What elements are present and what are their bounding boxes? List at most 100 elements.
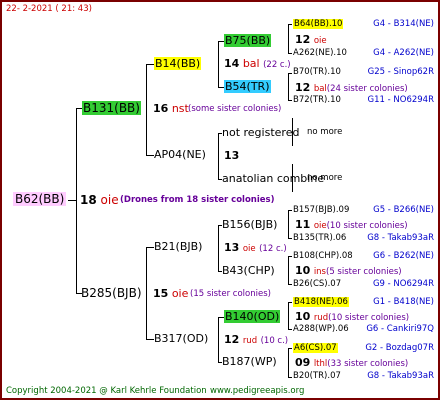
connector bbox=[218, 41, 219, 87]
queen-id[interactable]: B26(CS).07 bbox=[293, 279, 341, 289]
origin: bal bbox=[242, 57, 260, 70]
queen-id[interactable]: B64(BB).10 bbox=[293, 19, 344, 29]
connector bbox=[146, 339, 154, 340]
queen-gen5[interactable]: A288(WP).06 bbox=[293, 325, 349, 334]
gen3-3-year-line: 13 oie (12 c.) bbox=[224, 242, 287, 254]
year: 10 bbox=[295, 264, 311, 277]
queen-id[interactable]: B21(BJB) bbox=[154, 240, 202, 253]
sister-note: (10 c.) bbox=[260, 336, 289, 346]
queen-id[interactable]: not registered bbox=[222, 126, 299, 139]
site-link[interactable]: www.pedigreeapis.org bbox=[210, 387, 304, 396]
connector bbox=[288, 24, 289, 53]
queen-id[interactable]: B14(BB) bbox=[154, 57, 202, 70]
pedigree-frame: 22- 2-2021 ( 21: 43) Copyright 2004-2021… bbox=[0, 0, 440, 400]
ancestor-ref: G4 - B314(NE) bbox=[373, 19, 434, 29]
connector bbox=[146, 64, 154, 65]
queen-gen5[interactable]: A6(CS).07 bbox=[293, 343, 338, 353]
queen-id[interactable]: B285(BJB) bbox=[81, 286, 142, 300]
year: 10 bbox=[295, 310, 311, 323]
queen-id[interactable]: A262(NE).10 bbox=[293, 48, 347, 58]
queen-id[interactable]: B72(TR).10 bbox=[293, 95, 341, 105]
queen-gen5[interactable]: B26(CS).07 bbox=[293, 280, 341, 289]
queen-id[interactable]: B418(NE).06 bbox=[293, 297, 349, 307]
gen5-year-line: 12 oie bbox=[295, 34, 327, 46]
queen-gen5[interactable]: B72(TR).10 bbox=[293, 96, 341, 105]
queen-id[interactable]: B20(TR).07 bbox=[293, 371, 341, 381]
gen3-1-year-line: 14 bal (22 c.) bbox=[224, 58, 291, 70]
queen-id[interactable]: B54(TR) bbox=[224, 80, 271, 93]
queen-gen4-2[interactable]: B54(TR) bbox=[224, 80, 271, 93]
gen5-year-line: 11 oie(10 sister colonies) bbox=[295, 219, 408, 231]
queen-id[interactable]: B131(BB) bbox=[82, 101, 141, 115]
queen-gen4-3[interactable]: not registered bbox=[222, 127, 299, 138]
queen-id[interactable]: B140(OD) bbox=[224, 310, 281, 323]
queen-gen3-2[interactable]: AP04(NE) bbox=[154, 149, 206, 160]
connector bbox=[288, 348, 289, 377]
connector bbox=[146, 247, 147, 339]
sister-note: (10 sister colonies) bbox=[328, 313, 410, 323]
queen-id[interactable]: B156(BJB) bbox=[222, 218, 277, 231]
no-more-label: no more bbox=[307, 173, 343, 183]
year: 16 bbox=[153, 102, 169, 115]
queen-gen5[interactable]: A262(NE).10 bbox=[293, 49, 347, 58]
year: 12 bbox=[295, 33, 311, 46]
connector bbox=[218, 317, 219, 362]
queen-id[interactable]: B62(BB) bbox=[13, 192, 67, 206]
connector bbox=[146, 247, 154, 248]
connector bbox=[218, 133, 219, 179]
queen-gen3-1[interactable]: B14(BB) bbox=[154, 57, 202, 70]
origin: oie bbox=[242, 244, 256, 254]
queen-gen2-1[interactable]: B131(BB) bbox=[82, 101, 141, 115]
queen-gen4-1[interactable]: B75(BB) bbox=[224, 34, 272, 47]
queen-gen2-2[interactable]: B285(BJB) bbox=[81, 287, 142, 299]
queen-gen5[interactable]: B108(CHP).08 bbox=[293, 252, 353, 261]
queen-gen5[interactable]: B70(TR).10 bbox=[293, 68, 341, 77]
queen-root[interactable]: B62(BB) bbox=[13, 192, 67, 206]
queen-gen3-4[interactable]: B317(OD) bbox=[154, 333, 208, 344]
queen-gen5[interactable]: B20(TR).07 bbox=[293, 372, 341, 381]
queen-id[interactable]: B75(BB) bbox=[224, 34, 272, 47]
queen-gen5[interactable]: B157(BJB).09 bbox=[293, 206, 349, 215]
connector bbox=[288, 53, 292, 54]
queen-id[interactable]: A6(CS).07 bbox=[293, 343, 338, 353]
connector bbox=[288, 73, 292, 74]
queen-id[interactable]: B43(CHP) bbox=[222, 264, 275, 277]
root-year-line: 18 oie bbox=[80, 194, 119, 206]
gen2-1-year-line: 16 nst bbox=[153, 103, 189, 114]
queen-id[interactable]: B108(CHP).08 bbox=[293, 251, 353, 261]
origin: bal bbox=[313, 84, 327, 94]
queen-gen4-7[interactable]: B140(OD) bbox=[224, 310, 281, 323]
queen-gen4-5[interactable]: B156(BJB) bbox=[222, 219, 277, 230]
queen-id[interactable]: A288(WP).06 bbox=[293, 324, 349, 334]
queen-gen5[interactable]: B64(BB).10 bbox=[293, 19, 344, 29]
connector bbox=[288, 377, 292, 378]
queen-gen4-6[interactable]: B43(CHP) bbox=[222, 265, 275, 276]
sister-note: (12 c.) bbox=[259, 244, 287, 254]
queen-id[interactable]: AP04(NE) bbox=[154, 148, 206, 161]
queen-id[interactable]: B157(BJB).09 bbox=[293, 205, 349, 215]
ancestor-ref: G8 - Takab93aR bbox=[367, 233, 434, 243]
origin: lthl bbox=[313, 359, 328, 369]
queen-gen5[interactable]: B135(TR).06 bbox=[293, 234, 346, 243]
queen-id[interactable]: B317(OD) bbox=[154, 332, 208, 345]
queen-gen4-8[interactable]: B187(WP) bbox=[222, 356, 277, 367]
year: 13 bbox=[224, 241, 240, 254]
connector bbox=[146, 155, 154, 156]
gen2-2-year-line: 15 oie bbox=[153, 288, 188, 299]
queen-gen5[interactable]: B418(NE).06 bbox=[293, 297, 349, 307]
queen-gen3-3[interactable]: B21(BJB) bbox=[154, 241, 202, 252]
sister-note: (33 sister colonies) bbox=[327, 359, 409, 369]
connector bbox=[218, 225, 219, 271]
origin: rud bbox=[313, 313, 329, 323]
sister-note: (10 sister colonies) bbox=[326, 221, 408, 231]
sister-note: (some sister colonies) bbox=[188, 104, 282, 114]
queen-id[interactable]: B70(TR).10 bbox=[293, 67, 341, 77]
queen-id[interactable]: B135(TR).06 bbox=[293, 233, 346, 243]
sister-note: (5 sister colonies) bbox=[326, 267, 402, 277]
connector bbox=[288, 238, 292, 239]
sister-note: (22 c.) bbox=[263, 60, 291, 70]
queen-id[interactable]: B187(WP) bbox=[222, 355, 277, 368]
connector bbox=[288, 73, 289, 100]
connector bbox=[288, 100, 292, 101]
origin: oie bbox=[100, 193, 119, 207]
